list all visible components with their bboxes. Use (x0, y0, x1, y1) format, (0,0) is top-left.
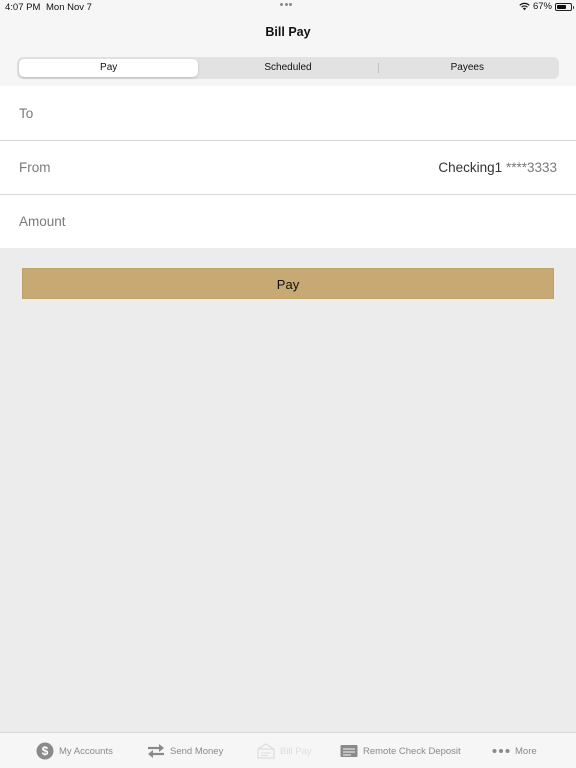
battery-percent: 67% (532, 1, 552, 12)
status-time: 4:07 PM (5, 2, 41, 13)
tab-remote-check-deposit[interactable]: Remote Check Deposit (340, 741, 461, 761)
tab-label-send-money: Send Money (170, 745, 224, 757)
status-date: Mon Nov 7 (46, 2, 92, 13)
tab-send-money[interactable]: Send Money (147, 741, 223, 761)
segment-container: Pay Scheduled Payees (0, 50, 576, 86)
more-dots-icon (492, 749, 510, 753)
tab-my-accounts[interactable]: $ My Accounts (36, 741, 113, 761)
transfer-arrows-icon (148, 744, 164, 758)
segment-scheduled[interactable]: Scheduled (198, 59, 377, 77)
tab-label-my-accounts: My Accounts (59, 745, 113, 757)
tab-more[interactable]: More (492, 741, 537, 761)
dollar-circle-icon: $ (36, 742, 54, 760)
status-bar: 4:07 PM Mon Nov 7 67% (0, 0, 576, 15)
tab-bar: $ My Accounts Send Money Bill Pay Remote… (0, 732, 576, 768)
segment-payees[interactable]: Payees (377, 59, 557, 77)
segmented-control: Pay Scheduled Payees (17, 57, 559, 79)
segment-pay[interactable]: Pay (19, 59, 199, 77)
amount-row[interactable]: Amount (0, 194, 576, 248)
navigation-bar: Bill Pay (0, 15, 576, 50)
check-icon (340, 745, 358, 757)
svg-text:$: $ (42, 744, 49, 758)
multitasking-dots-icon[interactable] (280, 3, 296, 9)
from-account-mask: ****3333 (505, 160, 557, 175)
status-indicators: 67% (519, 1, 574, 12)
payment-form: To From Checking1 ****3333 Amount (0, 86, 576, 248)
battery-icon (555, 2, 574, 11)
from-account: Checking1 ****3333 (438, 160, 557, 175)
from-label: From (19, 160, 51, 175)
page-title: Bill Pay (265, 25, 311, 39)
wifi-icon (519, 2, 530, 11)
to-label: To (19, 105, 34, 121)
from-account-name: Checking1 (438, 160, 503, 175)
pay-button[interactable]: Pay (22, 268, 554, 299)
to-row[interactable]: To (0, 86, 576, 140)
tab-label-remote-check-deposit: Remote Check Deposit (363, 745, 461, 757)
amount-label: Amount (19, 214, 66, 229)
tab-label-bill-pay: Bill Pay (280, 745, 312, 757)
tab-bill-pay[interactable]: Bill Pay (257, 741, 312, 761)
from-row[interactable]: From Checking1 ****3333 (0, 140, 576, 194)
bill-pay-icon (257, 743, 275, 759)
tab-label-more: More (515, 745, 537, 757)
